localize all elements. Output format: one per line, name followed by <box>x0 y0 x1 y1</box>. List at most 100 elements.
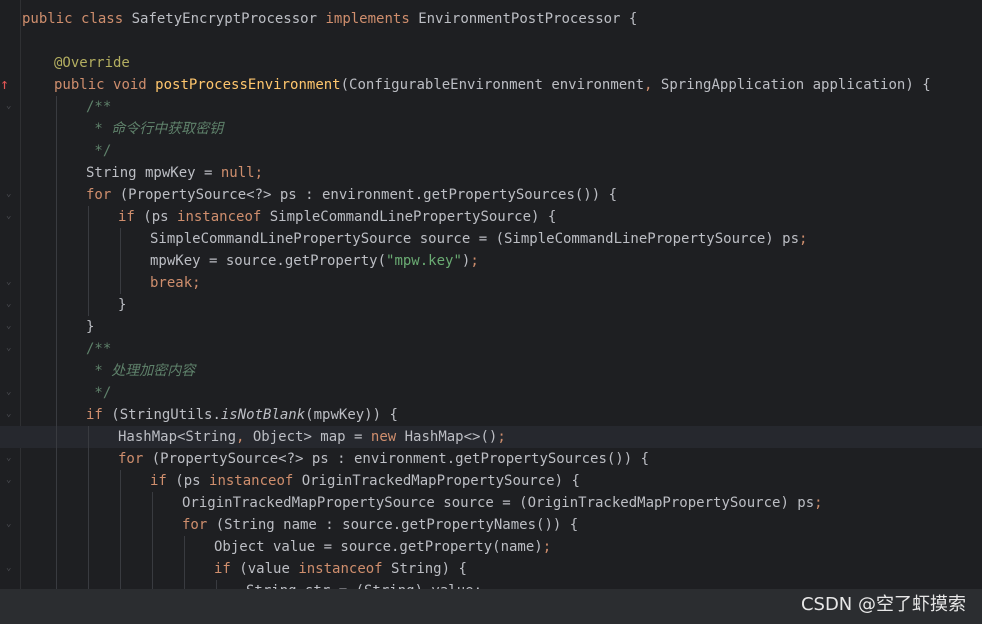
code-line[interactable]: OriginTrackedMapPropertySource source = … <box>22 492 982 514</box>
indent-guide <box>56 382 57 404</box>
code-line[interactable]: /** <box>22 338 982 360</box>
code-line[interactable]: public void postProcessEnvironment(Confi… <box>22 74 982 96</box>
code-line[interactable]: String mpwKey = null; <box>22 162 982 184</box>
code-line[interactable]: HashMap<String, Object> map = new HashMa… <box>0 426 982 448</box>
fold-chevron-icon[interactable]: ⌄ <box>6 344 14 353</box>
fold-chevron-icon[interactable]: ⌄ <box>6 300 14 309</box>
code-token: (ps <box>143 209 178 225</box>
code-token: String) { <box>391 561 467 577</box>
code-token: EnvironmentPostProcessor { <box>418 11 638 27</box>
fold-chevron-icon[interactable]: ⌄ <box>6 322 14 331</box>
code-token: HashMap<String <box>118 429 237 445</box>
indent-guide <box>88 536 89 558</box>
code-token: public <box>22 11 82 27</box>
indent-guide <box>56 426 57 448</box>
code-line[interactable]: if (StringUtils.isNotBlank(mpwKey)) { <box>22 404 982 426</box>
indent-guide <box>152 536 153 558</box>
code-line[interactable]: Object value = source.getProperty(name); <box>22 536 982 558</box>
code-token: OriginTrackedMapPropertySource) { <box>301 473 580 489</box>
indent-guide <box>56 580 57 589</box>
indent-guide <box>216 580 217 589</box>
indent-guide <box>88 558 89 580</box>
code-line[interactable]: if (ps instanceof OriginTrackedMapProper… <box>22 470 982 492</box>
indent-guide <box>152 580 153 589</box>
code-editor[interactable]: ⌄ ⌄ ⌄ ⌄ ⌄ ⌄ ⌄ ⌄ ⌄ ⌄ ⌄ ⌄ ⌄ ↑ public class SafetyEncry… <box>0 0 982 589</box>
indent-guide <box>88 580 89 589</box>
indent-guide <box>56 162 57 184</box>
fold-chevron-icon[interactable]: ⌄ <box>6 476 14 485</box>
code-token: isNotBlank <box>220 407 306 423</box>
code-token: (StringUtils. <box>111 407 221 423</box>
code-line[interactable]: */ <box>22 140 982 162</box>
indent-guide <box>120 250 121 272</box>
indent-guide <box>56 360 57 382</box>
code-line[interactable]: break; <box>22 272 982 294</box>
indent-guide <box>120 514 121 536</box>
override-arrow-icon[interactable]: ↑ <box>0 75 10 93</box>
code-token: "mpw.key" <box>386 253 462 269</box>
code-line[interactable]: public class SafetyEncryptProcessor impl… <box>22 8 982 30</box>
indent-guide <box>56 184 57 206</box>
code-token: ; <box>542 539 552 555</box>
fold-chevron-icon[interactable]: ⌄ <box>6 410 14 419</box>
code-line[interactable]: SimpleCommandLinePropertySource source =… <box>22 228 982 250</box>
code-line[interactable]: } <box>22 294 982 316</box>
fold-chevron-icon[interactable]: ⌄ <box>6 454 14 463</box>
fold-chevron-icon[interactable]: ⌄ <box>6 388 14 397</box>
code-token: ; <box>470 253 479 269</box>
code-line[interactable] <box>22 30 982 52</box>
code-token: /** <box>86 341 112 357</box>
indent-guide <box>88 492 89 514</box>
fold-chevron-icon[interactable]: ⌄ <box>6 102 14 111</box>
indent-guide <box>56 404 57 426</box>
code-line[interactable]: @Override <box>22 52 982 74</box>
code-token: (String name : source.getPropertyNames()… <box>215 517 579 533</box>
fold-chevron-icon[interactable]: ⌄ <box>6 190 14 199</box>
indent-guide <box>120 580 121 589</box>
code-line[interactable]: for (PropertySource<?> ps : environment.… <box>22 184 982 206</box>
indent-guide <box>120 470 121 492</box>
code-line[interactable]: * 命令行中获取密钥 <box>22 118 982 140</box>
code-line[interactable]: * 处理加密内容 <box>22 360 982 382</box>
code-line[interactable]: /** <box>22 96 982 118</box>
code-token: @Override <box>54 55 130 71</box>
code-token: (ps <box>175 473 210 489</box>
code-token: , <box>236 429 253 445</box>
code-token: (ConfigurableEnvironment environment <box>340 77 645 93</box>
code-token: (PropertySource<?> ps : environment.getP… <box>119 187 618 203</box>
indent-guide <box>56 448 57 470</box>
code-line[interactable]: for (PropertySource<?> ps : environment.… <box>22 448 982 470</box>
code-line[interactable]: mpwKey = source.getProperty("mpw.key"); <box>22 250 982 272</box>
code-token: void <box>113 77 156 93</box>
code-line[interactable]: if (value instanceof String) { <box>22 558 982 580</box>
indent-guide <box>120 228 121 250</box>
code-token: ; <box>799 231 808 247</box>
code-line[interactable]: for (String name : source.getPropertyNam… <box>22 514 982 536</box>
fold-chevron-icon[interactable]: ⌄ <box>6 212 14 221</box>
code-token: } <box>86 319 95 335</box>
code-line[interactable]: } <box>22 316 982 338</box>
code-line[interactable]: if (ps instanceof SimpleCommandLinePrope… <box>22 206 982 228</box>
indent-guide <box>88 426 89 448</box>
indent-guide <box>56 118 57 140</box>
indent-guide <box>56 206 57 228</box>
code-token: if <box>86 407 112 423</box>
indent-guide <box>88 250 89 272</box>
code-token: for <box>118 451 152 467</box>
fold-chevron-icon[interactable]: ⌄ <box>6 564 14 573</box>
fold-chevron-icon[interactable]: ⌄ <box>6 278 14 287</box>
code-token: for <box>182 517 216 533</box>
indent-guide <box>56 558 57 580</box>
code-line[interactable]: String str = (String) value; <box>22 580 982 589</box>
code-token: null <box>220 165 255 181</box>
indent-guide <box>88 470 89 492</box>
code-token: break; <box>150 275 201 291</box>
indent-guide <box>120 536 121 558</box>
code-token: postProcessEnvironment <box>155 77 341 93</box>
code-token: (PropertySource<?> ps : environment.getP… <box>151 451 650 467</box>
code-token: SpringApplication application) { <box>660 77 931 93</box>
fold-chevron-icon[interactable]: ⌄ <box>6 520 14 529</box>
code-line[interactable]: */ <box>22 382 982 404</box>
code-area[interactable]: public class SafetyEncryptProcessor impl… <box>0 8 982 589</box>
indent-guide <box>120 558 121 580</box>
